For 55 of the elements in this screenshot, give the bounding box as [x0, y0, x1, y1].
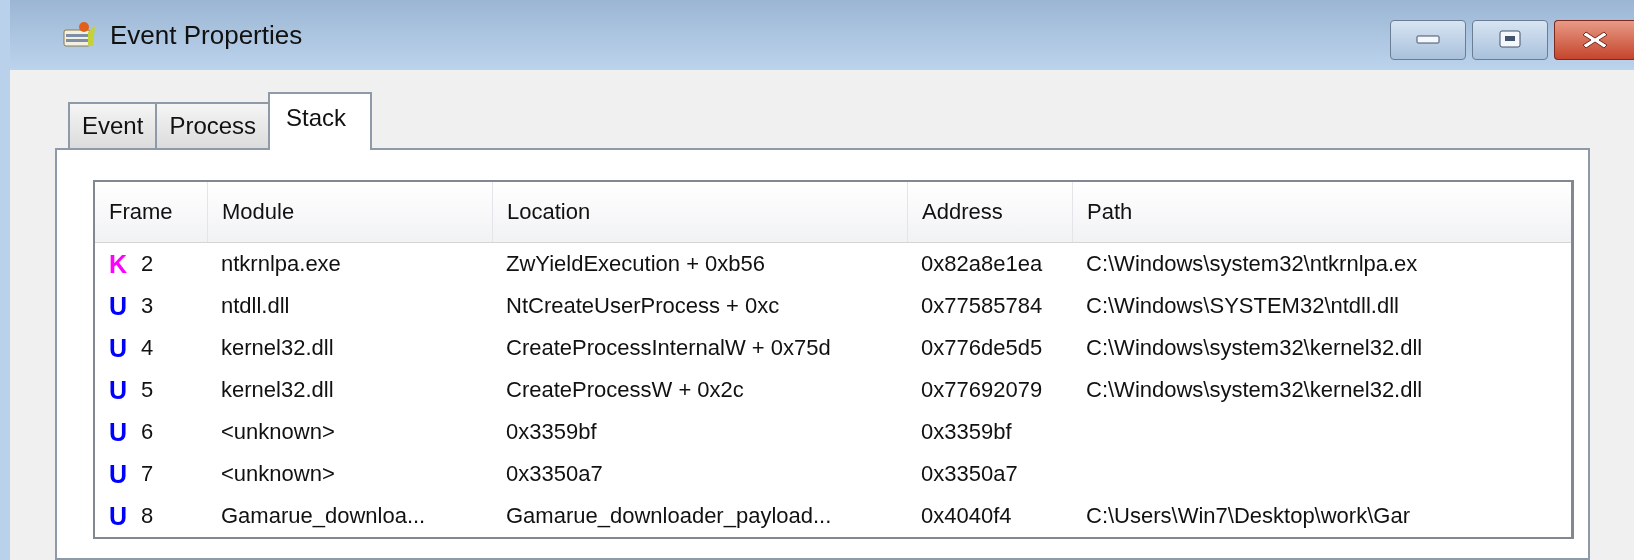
tab[interactable]: Stack — [268, 92, 373, 150]
table-cell-text: CreateProcessW + 0x2c — [505, 377, 745, 403]
table-cell-text: Gamarue_downloa... — [220, 503, 427, 529]
mode-letter: U — [109, 417, 129, 447]
table-cell-text: ntkrnlpa.exe — [220, 251, 342, 277]
maximize-icon — [1497, 30, 1523, 50]
frame-number: 7 — [141, 461, 154, 487]
table-cell-text: C:\Windows\system32\ntkrnlpa.ex — [1085, 251, 1419, 277]
tab[interactable]: Event — [68, 102, 158, 148]
event-window-icon — [62, 20, 96, 50]
window-title: Event Properties — [110, 19, 304, 51]
table-cell-text: CreateProcessInternalW + 0x75d — [505, 335, 832, 361]
table-cell-text: C:\Windows\system32\kernel32.dll — [1085, 335, 1424, 361]
table-cell-text: ZwYieldExecution + 0xb56 — [505, 251, 767, 277]
mode-letter: U — [109, 291, 129, 321]
mode-letter: U — [109, 459, 129, 489]
minimize-button[interactable] — [1390, 20, 1466, 60]
table-cell-text: 0x77692079 — [920, 377, 1044, 403]
table-cell-text: <unknown> — [220, 419, 336, 445]
table-cell-text: 0x4040f4 — [920, 503, 1013, 529]
close-icon — [1581, 30, 1608, 50]
mode-letter: U — [109, 501, 129, 531]
mode-letter: K — [109, 249, 129, 279]
tab[interactable]: Process — [155, 102, 271, 148]
mode-letter: U — [109, 333, 129, 363]
table-cell-text: Gamarue_downloader_payload... — [505, 503, 833, 529]
table-cell-text: 0x3350a7 — [505, 461, 604, 487]
table-cell-text: ntdll.dll — [220, 293, 291, 319]
table-cell-text: kernel32.dll — [220, 377, 335, 403]
table-cell-text: C:\Windows\system32\kernel32.dll — [1085, 377, 1424, 403]
frame-number: 5 — [141, 377, 154, 403]
column-header[interactable]: Module — [207, 182, 492, 242]
frame-number: 3 — [141, 293, 154, 319]
table-cell-text: 0x77585784 — [920, 293, 1044, 319]
frame-number: 4 — [141, 335, 154, 361]
table-cell-text: 0x3359bf — [505, 419, 598, 445]
table-cell-text: 0x3359bf — [920, 419, 1013, 445]
mode-letter: U — [109, 375, 129, 405]
column-header[interactable]: Frame — [95, 182, 207, 242]
table-cell-text: kernel32.dll — [220, 335, 335, 361]
table-cell-text: 0x3350a7 — [920, 461, 1019, 487]
column-header[interactable]: Address — [907, 182, 1072, 242]
close-button[interactable] — [1554, 20, 1634, 60]
frame-number: 8 — [141, 503, 154, 529]
table-cell-text: <unknown> — [220, 461, 336, 487]
frame-number: 2 — [141, 251, 154, 277]
table-cell-text: 0x82a8e1ea — [920, 251, 1044, 277]
maximize-button[interactable] — [1472, 20, 1548, 60]
table-cell-text: NtCreateUserProcess + 0xc — [505, 293, 781, 319]
table-cell-text: C:\Users\Win7\Desktop\work\Gar — [1085, 503, 1411, 529]
column-header[interactable]: Location — [492, 182, 907, 242]
frame-number: 6 — [141, 419, 154, 445]
table-cell-text: 0x776de5d5 — [920, 335, 1044, 361]
table-cell-text: C:\Windows\SYSTEM32\ntdll.dll — [1085, 293, 1400, 319]
column-header[interactable]: Path — [1072, 182, 1571, 242]
